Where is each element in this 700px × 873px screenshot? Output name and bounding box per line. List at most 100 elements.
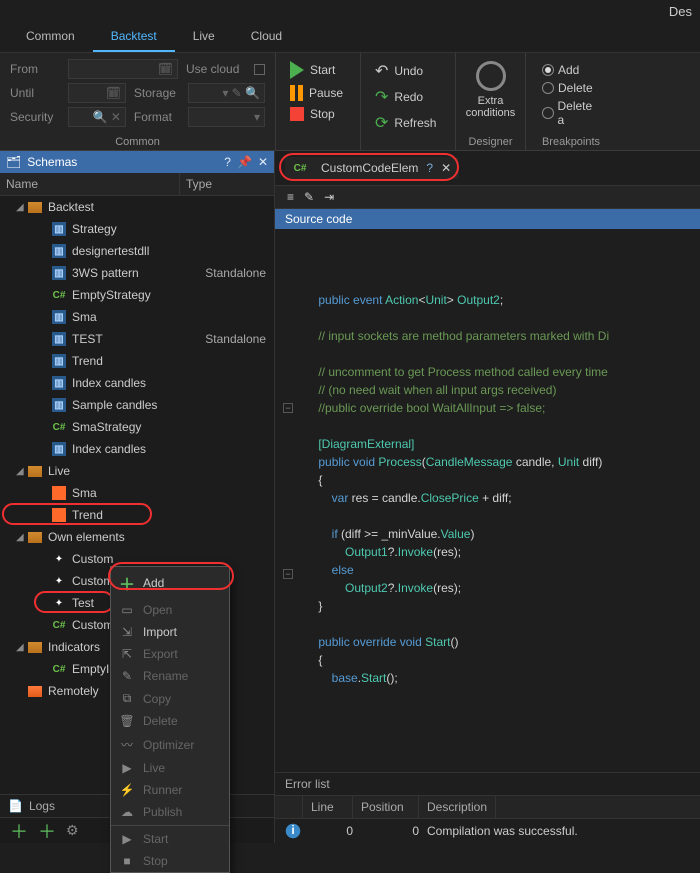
play-icon	[290, 61, 304, 79]
logs-icon: 📄	[8, 799, 23, 813]
csharp-icon: C#	[52, 618, 66, 632]
menu-add[interactable]: ＋Add	[111, 567, 229, 599]
close-icon[interactable]: ✕	[258, 155, 268, 169]
radio-delete-all[interactable]: Delete a	[542, 99, 600, 127]
extra-conditions-button[interactable]: Extra conditions	[466, 59, 515, 121]
menu-start: ▶Start	[111, 828, 229, 850]
editor-tab[interactable]: C# CustomCodeElem ? ✕	[285, 157, 459, 179]
code-editor[interactable]: − − public event Action<Unit> Output2; /…	[275, 229, 700, 772]
csharp-icon: C#	[52, 288, 66, 302]
menu-rename: ✎Rename	[111, 665, 229, 687]
menu-import[interactable]: ⇲Import	[111, 621, 229, 643]
tab-backtest[interactable]: Backtest	[93, 22, 175, 52]
tree-item[interactable]: ▥3WS patternStandalone	[0, 262, 274, 284]
info-icon: i	[283, 823, 303, 839]
start-button[interactable]: Start	[286, 59, 350, 81]
tree-own-elements[interactable]: ◢Own elements	[0, 526, 274, 548]
tree-item[interactable]: ▥Index candles	[0, 372, 274, 394]
toolbar-list-icon[interactable]: ≡	[287, 190, 294, 204]
tab-common[interactable]: Common	[8, 22, 93, 52]
refresh-icon	[375, 113, 388, 133]
tree-item[interactable]: C#EmptyStrategy	[0, 284, 274, 306]
menu-stop: ■Stop	[111, 850, 229, 872]
tree-item[interactable]: ▥Trend	[0, 350, 274, 372]
menu-publish: ☁Publish	[111, 801, 229, 823]
pause-button[interactable]: Pause	[286, 83, 350, 103]
label-format: Format	[134, 110, 180, 124]
csharp-icon: C#	[293, 161, 307, 175]
refresh-button[interactable]: Refresh	[371, 111, 445, 135]
radio-delete[interactable]: Delete	[542, 81, 600, 95]
input-storage[interactable]: ▾ ✎ 🔍	[188, 83, 265, 103]
settings-icon[interactable]: ⚙	[66, 822, 79, 839]
input-from[interactable]: 🗓	[68, 59, 178, 79]
stop-button[interactable]: Stop	[286, 105, 350, 123]
menu-copy: ⧉Copy	[111, 687, 229, 710]
menu-open: ▭Open	[111, 599, 229, 621]
help-icon[interactable]: ?	[224, 155, 231, 169]
app-title: Des	[0, 0, 700, 22]
add-button[interactable]: ＋	[10, 818, 28, 844]
editor-toolbar: ≡ ✎ ⇥	[275, 185, 700, 209]
chart-icon: ▥	[52, 398, 66, 412]
tree-item[interactable]: Sma	[0, 482, 274, 504]
chart-icon: ▥	[52, 442, 66, 456]
csharp-icon: C#	[52, 420, 66, 434]
help-icon[interactable]: ?	[426, 161, 433, 175]
label-security: Security	[10, 110, 60, 124]
stop-icon	[290, 107, 304, 121]
input-format[interactable]: ▾	[188, 107, 265, 127]
close-tab-icon[interactable]: ✕	[441, 161, 451, 175]
tree-item[interactable]: ▥Strategy	[0, 218, 274, 240]
folder-icon	[28, 532, 42, 543]
tab-cloud[interactable]: Cloud	[233, 22, 300, 52]
schemas-columns: Name Type	[0, 173, 274, 196]
ribbon-group-breakpoints-label: Breakpoints	[536, 136, 606, 148]
context-menu: ＋Add ▭Open ⇲Import ⇱Export ✎Rename ⧉Copy…	[110, 566, 230, 873]
tree-icon: 🗂	[6, 155, 21, 169]
tree-item[interactable]: ▥Sma	[0, 306, 274, 328]
puzzle-icon	[52, 596, 66, 610]
add-button-2[interactable]: ＋	[38, 818, 56, 844]
pin-icon[interactable]: 📌	[237, 155, 252, 169]
tree-item[interactable]: C#SmaStrategy	[0, 416, 274, 438]
tree-item[interactable]: ▥Sample candles	[0, 394, 274, 416]
menu-live: ▶Live	[111, 757, 229, 779]
chart-icon: ▥	[52, 222, 66, 236]
menu-optimizer: 〰Optimizer	[111, 732, 229, 757]
ribbon: From🗓Use cloud Until🗓Storage▾ ✎ 🔍 Securi…	[0, 53, 700, 151]
tree-live[interactable]: ◢Live	[0, 460, 274, 482]
error-row[interactable]: i 0 0 Compilation was successful.	[275, 819, 700, 843]
pause-icon	[290, 85, 303, 101]
ribbon-group-common-label: Common	[10, 136, 265, 148]
error-columns: LinePositionDescription	[275, 796, 700, 819]
toolbar-indent-icon[interactable]: ⇥	[324, 190, 334, 204]
redo-icon	[375, 87, 388, 107]
ribbon-group-designer-label: Designer	[466, 136, 515, 148]
tree-item[interactable]: ▥designertestdll	[0, 240, 274, 262]
puzzle-icon	[52, 552, 66, 566]
tree-item[interactable]: ▥Index candles	[0, 438, 274, 460]
undo-button[interactable]: Undo	[371, 59, 445, 83]
toolbar-eraser-icon[interactable]: ✎	[304, 190, 314, 204]
menu-runner: ⚡Runner	[111, 779, 229, 801]
checkbox-usecloud[interactable]	[254, 64, 265, 75]
folder-icon	[28, 642, 42, 653]
folder-icon	[28, 202, 42, 213]
input-security[interactable]: 🔍 ✕	[68, 107, 126, 127]
tree-backtest[interactable]: ◢Backtest	[0, 196, 274, 218]
circle-icon	[476, 61, 506, 91]
tab-live[interactable]: Live	[175, 22, 233, 52]
menu-export: ⇱Export	[111, 643, 229, 665]
input-until[interactable]: 🗓	[68, 83, 126, 103]
redo-button[interactable]: Redo	[371, 85, 445, 109]
schemas-title: 🗂Schemas ?📌✕	[0, 151, 274, 173]
chart-icon: ▥	[52, 266, 66, 280]
tree-item[interactable]: Trend	[0, 504, 274, 526]
radio-add[interactable]: Add	[542, 63, 600, 77]
main-tabs: Common Backtest Live Cloud	[0, 22, 700, 53]
chart-icon: ▥	[52, 310, 66, 324]
chart-icon: ▥	[52, 244, 66, 258]
tree-item[interactable]: ▥TESTStandalone	[0, 328, 274, 350]
error-list-title: Error list	[275, 773, 700, 796]
